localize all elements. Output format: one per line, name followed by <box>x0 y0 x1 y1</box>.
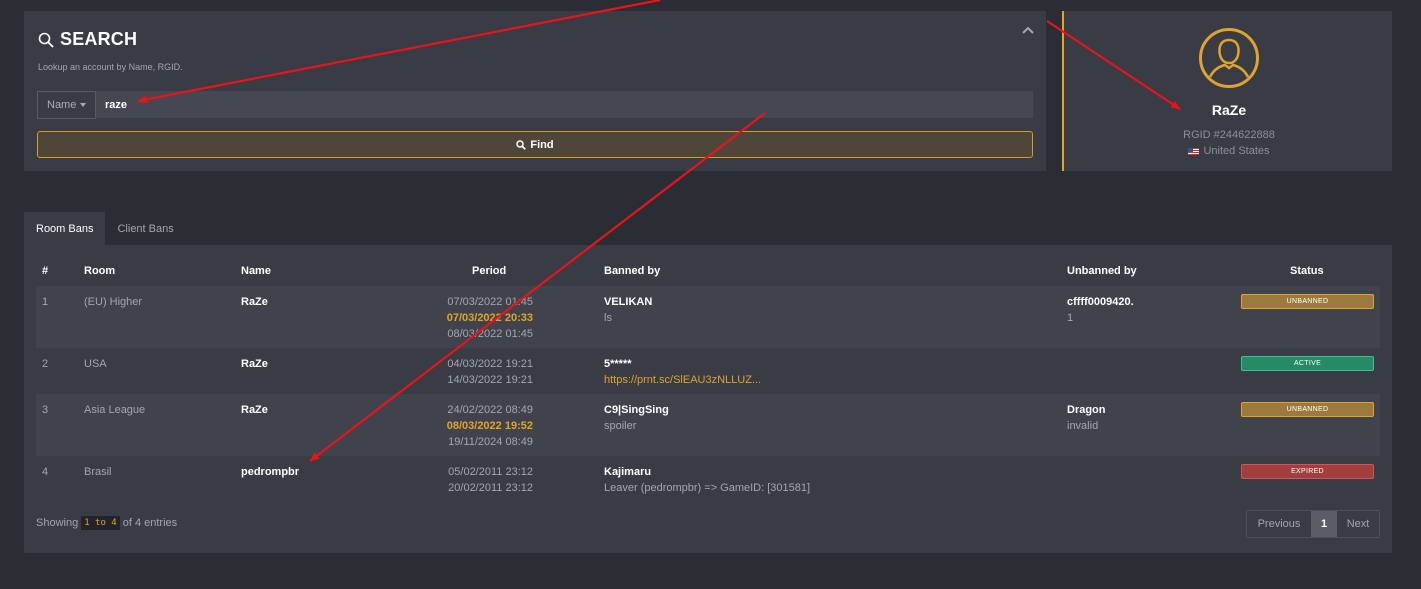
row-name: RaZe <box>241 404 268 416</box>
banned-by-name[interactable]: Kajimaru <box>604 466 651 478</box>
row-room: Brasil <box>84 466 112 478</box>
row-name: RaZe <box>241 358 268 370</box>
table-row[interactable]: 3 Asia League RaZe 24/02/2022 08:49 08/0… <box>36 394 1380 456</box>
period-line: 24/02/2022 08:49 <box>447 404 533 416</box>
status-badge: UNBANNED <box>1241 402 1374 417</box>
user-avatar-icon <box>1199 28 1259 88</box>
header-period[interactable]: Period <box>472 265 506 277</box>
magnifier-icon <box>516 139 527 150</box>
ban-reason: spoiler <box>604 420 637 432</box>
header-banned-by[interactable]: Banned by <box>604 265 660 277</box>
ban-tabs: Room Bans Client Bans <box>24 212 186 245</box>
period-line: 07/03/2022 01:45 <box>447 296 533 308</box>
entries-info-prefix: Showing <box>36 517 79 529</box>
status-badge: EXPIRED <box>1241 464 1374 479</box>
profile-name: RaZe <box>1211 102 1247 118</box>
header-name[interactable]: Name <box>241 265 271 277</box>
search-input[interactable] <box>96 91 1033 118</box>
tab-client-bans[interactable]: Client Bans <box>105 212 185 245</box>
us-flag-icon <box>1188 147 1200 155</box>
row-banned-by: Kajimaru Leaver (pedrompbr) => GameID: [… <box>604 466 810 494</box>
profile-country: United States <box>1064 145 1394 157</box>
table-header: # Room Name Period Banned by Unbanned by… <box>36 265 1380 279</box>
chevron-up-icon[interactable] <box>1022 25 1034 35</box>
status-badge: ACTIVE <box>1241 356 1374 371</box>
row-name: RaZe <box>241 296 268 308</box>
caret-down-icon <box>80 103 87 107</box>
row-banned-by: VELIKAN ls <box>604 296 652 324</box>
find-button-label: Find <box>530 138 554 151</box>
ban-reason: ls <box>604 312 612 324</box>
entries-info-range: 1 to 4 <box>81 516 120 530</box>
search-title-text: SEARCH <box>60 29 138 49</box>
table-row[interactable]: 4 Brasil pedrompbr 05/02/2011 23:12 20/0… <box>36 456 1380 502</box>
period-line: 08/03/2022 01:45 <box>447 328 533 340</box>
header-room[interactable]: Room <box>84 265 115 277</box>
row-room: (EU) Higher <box>84 296 143 308</box>
ban-reason-link[interactable]: https://prnt.sc/SlEAU3zNLLUZ... <box>604 374 761 386</box>
period-line: 07/03/2022 20:33 <box>446 312 533 324</box>
period-line: 08/03/2022 19:52 <box>446 420 533 432</box>
header-num[interactable]: # <box>42 265 48 277</box>
unban-reason: 1 <box>1067 312 1074 324</box>
pagination: Previous 1 Next <box>1246 510 1380 538</box>
row-unbanned-by: Dragon invalid <box>1067 404 1106 432</box>
find-button[interactable]: Find <box>37 131 1033 158</box>
search-panel: SEARCH Lookup an account by Name, RGID. … <box>24 11 1046 171</box>
entries-info-suffix: of 4 entries <box>122 517 178 529</box>
period-line: 14/03/2022 19:21 <box>447 374 533 386</box>
page-1-button[interactable]: 1 <box>1311 511 1337 537</box>
period-line: 04/03/2022 19:21 <box>447 358 533 370</box>
unbanned-by-name[interactable]: cffff0009420. <box>1067 296 1134 308</box>
header-unbanned-by[interactable]: Unbanned by <box>1067 265 1137 277</box>
entries-info: Showing 1 to 4 of 4 entries <box>36 516 177 530</box>
banned-by-name[interactable]: VELIKAN <box>604 296 652 308</box>
profile-country-label: United States <box>1203 145 1270 157</box>
row-num: 2 <box>42 358 49 370</box>
unban-reason: invalid <box>1067 420 1099 432</box>
next-page-button[interactable]: Next <box>1337 511 1379 537</box>
banned-by-name[interactable]: C9|SingSing <box>604 404 669 416</box>
row-room: USA <box>84 358 107 370</box>
row-num: 1 <box>42 296 49 308</box>
banned-by-name[interactable]: 5***** <box>604 358 632 370</box>
ban-reason: Leaver (pedrompbr) => GameID: [301581] <box>604 482 811 494</box>
previous-page-button[interactable]: Previous <box>1247 511 1311 537</box>
room-bans-table: # Room Name Period Banned by Unbanned by… <box>24 245 1392 553</box>
row-name: pedrompbr <box>241 466 300 478</box>
row-banned-by: 5***** https://prnt.sc/SlEAU3zNLLUZ... <box>604 358 761 386</box>
row-unbanned-by: cffff0009420. 1 <box>1067 296 1134 324</box>
period-line: 20/02/2011 23:12 <box>448 482 533 494</box>
magnifier-icon <box>38 32 54 48</box>
row-room: Asia League <box>84 404 146 416</box>
period-line: 05/02/2011 23:12 <box>448 466 533 478</box>
search-subtitle: Lookup an account by Name, RGID. <box>38 62 183 72</box>
search-field-select-value: Name <box>47 99 77 111</box>
period-line: 19/11/2024 08:49 <box>448 436 533 448</box>
table-row[interactable]: 2 USA RaZe 04/03/2022 19:21 14/03/2022 1… <box>36 348 1380 394</box>
row-num: 4 <box>42 466 49 478</box>
profile-card: RaZe RGID #244622888 United States <box>1062 11 1392 171</box>
table-row[interactable]: 1 (EU) Higher RaZe 07/03/2022 01:45 07/0… <box>36 286 1380 348</box>
header-status[interactable]: Status <box>1290 265 1324 277</box>
status-badge: UNBANNED <box>1241 294 1374 309</box>
search-title: SEARCH <box>38 29 137 50</box>
tab-room-bans[interactable]: Room Bans <box>24 212 106 245</box>
row-num: 3 <box>42 404 49 416</box>
row-banned-by: C9|SingSing spoiler <box>604 404 669 432</box>
unbanned-by-name[interactable]: Dragon <box>1067 404 1106 416</box>
profile-rgid: RGID #244622888 <box>1183 129 1275 141</box>
search-field-select[interactable]: Name <box>37 91 96 119</box>
